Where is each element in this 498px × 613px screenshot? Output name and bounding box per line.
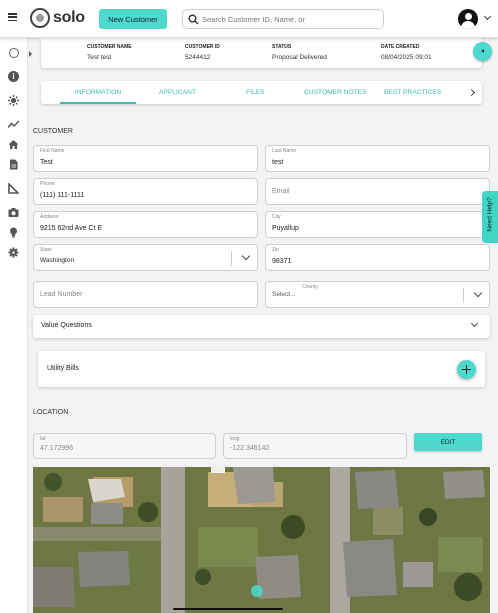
satellite-map-graphic	[33, 467, 490, 613]
lat-label: lat	[40, 436, 46, 442]
lead-number-placeholder: Lead Number	[40, 291, 83, 298]
camera-icon[interactable]	[8, 207, 19, 218]
long-value: -122.346142	[230, 445, 270, 452]
long-label: long	[230, 436, 240, 442]
search-box[interactable]	[182, 9, 384, 29]
search-input[interactable]	[202, 13, 377, 25]
satellite-map[interactable]	[33, 467, 490, 613]
phone-label: Phone	[40, 181, 55, 187]
tab-customer-notes[interactable]: CUSTOMER NOTES	[304, 89, 367, 96]
tab-files[interactable]: FILES	[246, 89, 265, 96]
date-created-value: 08/04/2025 09:01	[381, 54, 432, 61]
camera-graphic	[8, 208, 19, 217]
last-name-field[interactable]: Last Name test	[265, 145, 490, 172]
value-questions-chevron-down-icon	[470, 319, 479, 328]
tab-information[interactable]: INFORMATION	[75, 89, 121, 96]
tab-information-underline	[60, 102, 136, 104]
settings-gear-icon[interactable]	[8, 247, 19, 258]
utility-bills-card: Utility Bills	[38, 351, 485, 387]
summary-toggle-button[interactable]	[473, 42, 492, 61]
state-divider	[231, 251, 232, 266]
lat-field[interactable]: lat 47.172996	[33, 433, 216, 459]
long-field[interactable]: long -122.346142	[223, 433, 407, 459]
lead-number-field[interactable]: Lead Number	[33, 281, 258, 308]
add-utility-bill-button[interactable]	[457, 360, 476, 379]
address-field[interactable]: Address 9215 62nd Ave Ct E	[33, 211, 258, 238]
need-help-label: Need Help?	[486, 197, 494, 232]
county-chevron-down-icon	[473, 288, 483, 298]
county-label: County	[302, 284, 318, 290]
lightbulb-graphic	[10, 227, 17, 238]
location-edit-button[interactable]: EDIT	[414, 433, 482, 451]
county-divider	[463, 288, 464, 303]
trending-chart-graphic	[8, 120, 19, 128]
ruler-graphic	[8, 183, 19, 194]
ruler-icon[interactable]	[8, 183, 19, 194]
first-name-field[interactable]: First Name Test	[33, 145, 258, 172]
address-value: 9215 62nd Ave Ct E	[40, 225, 103, 232]
zip-label: Zip	[272, 247, 279, 253]
account-avatar-icon[interactable]	[458, 9, 478, 29]
top-bar: solo New Customer	[0, 0, 498, 38]
customer-name-label: CUSTOMER NAME	[87, 44, 132, 50]
city-field[interactable]: City Puyallup	[265, 211, 490, 238]
info-icon[interactable]: i	[8, 71, 19, 82]
sidebar-logo-icon[interactable]	[8, 47, 19, 58]
state-label: State	[40, 247, 52, 253]
state-value: Washington	[40, 257, 75, 264]
need-help-tab[interactable]: Need Help?	[482, 191, 498, 243]
last-name-value: test	[272, 159, 284, 166]
tab-applicant[interactable]: APPLICANT	[159, 89, 196, 96]
document-icon[interactable]	[8, 159, 19, 170]
last-name-label: Last Name	[272, 148, 297, 154]
document-graphic	[10, 159, 18, 170]
lightbulb-icon[interactable]	[8, 227, 19, 238]
date-created-label: DATE CREATED	[381, 44, 420, 50]
customer-name-value: Test test	[87, 54, 112, 61]
first-name-label: First Name	[40, 148, 65, 154]
state-select[interactable]: State Washington	[33, 244, 258, 271]
zip-value: 98371	[272, 258, 292, 265]
county-placeholder: Select...	[272, 291, 296, 298]
trending-chart-icon[interactable]	[8, 119, 19, 130]
sidebar-collapse-arrow-icon[interactable]	[29, 51, 32, 57]
new-customer-button[interactable]: New Customer	[99, 9, 167, 29]
chevron-left-icon	[481, 49, 484, 53]
value-questions-accordion[interactable]: Value Questions	[33, 315, 490, 338]
solar-panel-graphic	[8, 95, 19, 106]
email-field[interactable]: Email	[265, 178, 490, 205]
zip-field[interactable]: Zip 98371	[265, 244, 490, 271]
utility-bills-label: Utility Bills	[47, 365, 79, 372]
customer-section-title: CUSTOMER	[33, 128, 73, 135]
home-icon[interactable]	[8, 139, 19, 150]
status-value: Proposal Delivered	[272, 54, 327, 61]
hamburger-menu-icon[interactable]	[8, 13, 17, 22]
first-name-value: Test	[40, 159, 53, 166]
lat-value: 47.172996	[40, 445, 74, 452]
phone-value: (111) 111-1111	[40, 192, 85, 199]
customer-summary-card: CUSTOMER NAME Test test CUSTOMER ID 5244…	[41, 38, 482, 68]
sidebar: i	[0, 38, 32, 613]
county-select[interactable]: County Select...	[265, 281, 490, 308]
tab-best-practices[interactable]: BEST PRACTICES	[384, 89, 441, 96]
solar-panel-icon[interactable]	[8, 95, 19, 106]
settings-gear-graphic	[8, 247, 19, 258]
customer-id-value: 5244412	[185, 54, 211, 61]
state-chevron-down-icon	[241, 251, 251, 261]
account-chevron-down-icon[interactable]	[483, 12, 492, 21]
location-section-title: LOCATION	[33, 409, 69, 416]
logo[interactable]: solo	[30, 8, 85, 28]
search-icon	[188, 14, 199, 25]
customer-id-label: CUSTOMER ID	[185, 44, 220, 50]
home-graphic	[8, 140, 19, 149]
city-value: Puyallup	[272, 225, 299, 232]
logo-text: solo	[53, 9, 85, 26]
address-label: Address	[40, 214, 59, 220]
email-placeholder: Email	[272, 188, 290, 195]
value-questions-label: Value Questions	[41, 322, 92, 329]
logo-mark-icon	[30, 8, 50, 28]
status-label: STATUS	[272, 44, 292, 50]
phone-field[interactable]: Phone (111) 111-1111	[33, 178, 258, 205]
city-label: City	[272, 214, 281, 220]
